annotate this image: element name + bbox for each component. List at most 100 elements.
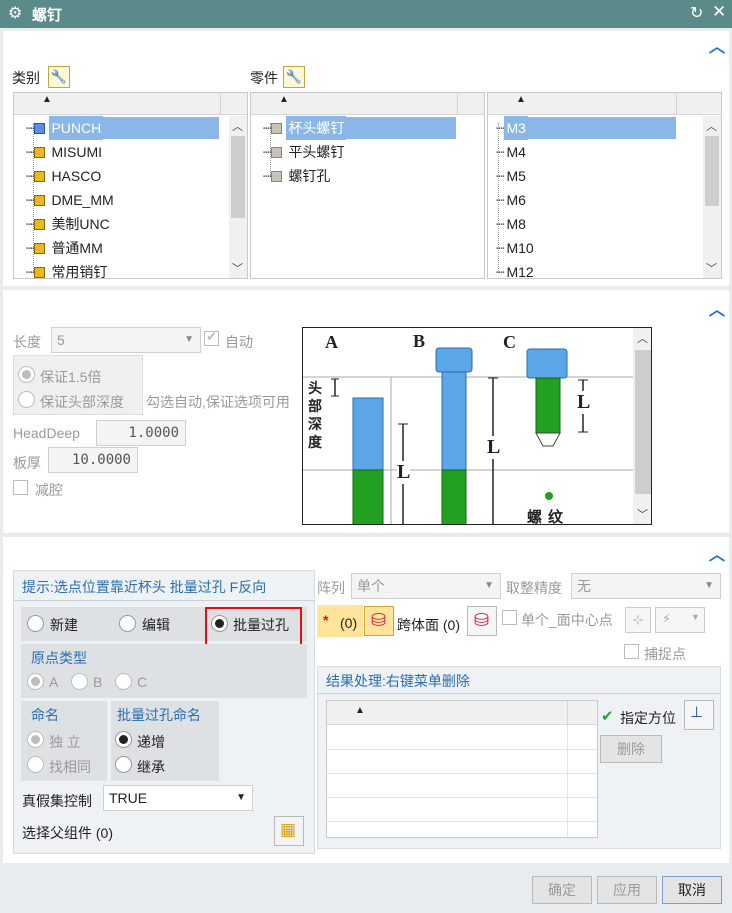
origin-b-radio[interactable] — [71, 673, 88, 690]
auto-checkbox[interactable]: ✔ — [204, 329, 219, 346]
window-title: 螺钉 — [32, 7, 63, 24]
category-wrench-icon[interactable]: 🔧 — [48, 66, 70, 88]
naming-same-radio[interactable] — [27, 756, 44, 773]
delete-button[interactable]: 删除 — [600, 735, 662, 763]
list-item[interactable]: ┈ 平头螺钉 — [263, 140, 346, 164]
list-item[interactable]: ┈ HASCO — [26, 164, 103, 188]
list-item[interactable]: ┈ M3 — [496, 116, 528, 140]
precision-label: 取整精度 — [506, 580, 562, 596]
batch-inherit-label: 继承 — [137, 759, 165, 775]
batch-increment-radio[interactable] — [115, 731, 132, 748]
operation-panel: ︿ 提示:选点位置靠近杯头 批量过孔 F反向 新建 编辑 批量过孔 原点类型 A… — [3, 537, 729, 863]
apply-button[interactable]: 应用 — [597, 876, 657, 904]
list-item[interactable]: ┈ M6 — [496, 188, 528, 212]
list-item[interactable]: ┈ M4 — [496, 140, 528, 164]
scroll-up-icon[interactable]: ︿ — [232, 118, 243, 134]
length-select[interactable]: 5 ▼ — [51, 327, 201, 353]
thickness-label: 板厚 — [13, 455, 41, 471]
category-scrollbar[interactable]: ︿ ﹀ — [229, 116, 247, 278]
cube-icon — [34, 195, 46, 206]
guarantee-1.5x-radio[interactable] — [18, 366, 35, 383]
list-item[interactable]: ┈ M12 — [496, 260, 536, 278]
list-item[interactable]: ┈ M5 — [496, 164, 528, 188]
scroll-up-icon[interactable]: ︿ — [637, 330, 648, 346]
cavity-checkbox[interactable] — [13, 480, 28, 495]
list-item[interactable]: ┈ MISUMI — [26, 140, 104, 164]
thickness-input[interactable]: 10.0000 — [48, 447, 138, 473]
snap-checkbox[interactable] — [624, 644, 639, 659]
single-center-checkbox[interactable] — [502, 610, 517, 625]
sort-up-icon[interactable]: ▲ — [42, 94, 52, 105]
size-list-header[interactable]: ▲ — [488, 93, 721, 115]
add-point-button[interactable]: ⊹ — [625, 607, 651, 633]
cancel-button[interactable]: 取消 — [662, 876, 722, 904]
list-item[interactable]: ┈ 螺钉孔 — [263, 164, 332, 188]
category-list: ▲ ┈ PUNCH ┈ MISUMI ┈ HASCO ┈ DME_MM ┈ 美制UNC ┈… — [13, 92, 248, 279]
collapse-chevron-icon[interactable]: ︿ — [709, 296, 725, 320]
diagram-label-a: A — [325, 332, 338, 352]
sort-up-icon[interactable]: ▲ — [516, 94, 526, 105]
result-title: 结果处理:右键菜单删除 — [326, 673, 470, 689]
batch-inherit-radio[interactable] — [115, 756, 132, 773]
size-list: ▲ ┈ M3 ┈ M4 ┈ M5 ┈ M6 ┈ M8 ┈ M10 ┈ M12 ︿ ﹀ — [487, 92, 722, 279]
cross-face-button[interactable]: ⛁ — [467, 606, 497, 636]
lightning-icon: ⚡ — [662, 611, 672, 626]
gear-icon[interactable]: ⚙ — [8, 3, 22, 23]
origin-a-radio[interactable] — [27, 673, 44, 690]
single-center-label: 单个_面中心点 — [521, 612, 613, 628]
new-radio[interactable] — [27, 615, 44, 632]
part-list-header[interactable]: ▲ — [251, 93, 484, 115]
edit-radio[interactable] — [119, 615, 136, 632]
reset-icon[interactable]: ↻ — [690, 3, 703, 23]
array-select[interactable]: 单个 ▼ — [351, 573, 501, 599]
scroll-down-icon[interactable]: ﹀ — [637, 506, 648, 522]
guarantee-head-radio[interactable] — [18, 391, 35, 408]
hint-text: 提示:选点位置靠近杯头 批量过孔 F反向 — [22, 579, 267, 595]
scroll-down-icon[interactable]: ﹀ — [232, 260, 243, 276]
new-label: 新建 — [50, 617, 78, 633]
database-icon: ⛁ — [474, 610, 490, 630]
close-icon[interactable]: ✕ — [712, 2, 726, 22]
part-wrench-icon[interactable]: 🔧 — [283, 66, 305, 88]
point-db-button[interactable]: ⛁ — [364, 606, 394, 636]
truefalse-label: 真假集控制 — [22, 793, 92, 809]
list-item[interactable]: ┈ 普通MM — [26, 236, 105, 260]
list-item[interactable]: ┈ M8 — [496, 212, 528, 236]
parent-select-button[interactable]: ▦ — [274, 816, 304, 846]
sort-up-icon[interactable]: ▲ — [279, 94, 289, 105]
collapse-chevron-icon[interactable]: ︿ — [709, 33, 725, 57]
result-table-header[interactable]: ▲ — [327, 701, 597, 725]
scroll-up-icon[interactable]: ︿ — [706, 118, 717, 134]
cube-icon — [34, 147, 46, 158]
category-list-header[interactable]: ▲ — [14, 93, 247, 115]
diagram-l-b: L — [487, 436, 501, 459]
diagram-label-c: C — [503, 332, 516, 352]
cross-face-label: 跨体面 (0) — [397, 617, 460, 633]
list-item[interactable]: ┈ 美制UNC — [26, 212, 112, 236]
point-tool-button[interactable]: ⚡ ▼ — [655, 607, 705, 633]
ok-button[interactable]: 确定 — [532, 876, 592, 904]
precision-select[interactable]: 无 ▼ — [571, 573, 721, 599]
truefalse-select[interactable]: TRUE ▼ — [103, 785, 253, 811]
collapse-chevron-icon[interactable]: ︿ — [709, 541, 725, 565]
list-item[interactable]: ┈ M10 — [496, 236, 536, 260]
headdeep-input[interactable]: 1.0000 — [96, 420, 186, 446]
naming-independent-label: 独 立 — [49, 734, 81, 750]
list-item[interactable]: ┈ PUNCH — [26, 116, 104, 140]
orient-button[interactable]: ⊥ — [684, 700, 714, 730]
category-label: 类别 — [12, 70, 40, 86]
naming-same-label: 找相同 — [49, 759, 91, 775]
batch-hole-label: 批量过孔 — [233, 617, 289, 633]
result-table: ▲ — [326, 700, 598, 838]
check-icon: ✔ — [601, 708, 614, 725]
scroll-down-icon[interactable]: ﹀ — [706, 260, 717, 276]
naming-independent-radio[interactable] — [27, 731, 44, 748]
size-scrollbar[interactable]: ︿ ﹀ — [703, 116, 721, 278]
batch-hole-radio[interactable] — [211, 615, 228, 632]
list-item[interactable]: ┈ DME_MM — [26, 188, 116, 212]
origin-c-radio[interactable] — [115, 673, 132, 690]
list-item[interactable]: ┈ 杯头螺钉 — [263, 116, 347, 140]
sort-up-icon[interactable]: ▲ — [355, 705, 365, 716]
auto-hint: 勾选自动,保证选项可用 — [146, 394, 290, 410]
list-item[interactable]: ┈ 常用销钉 — [26, 260, 109, 278]
